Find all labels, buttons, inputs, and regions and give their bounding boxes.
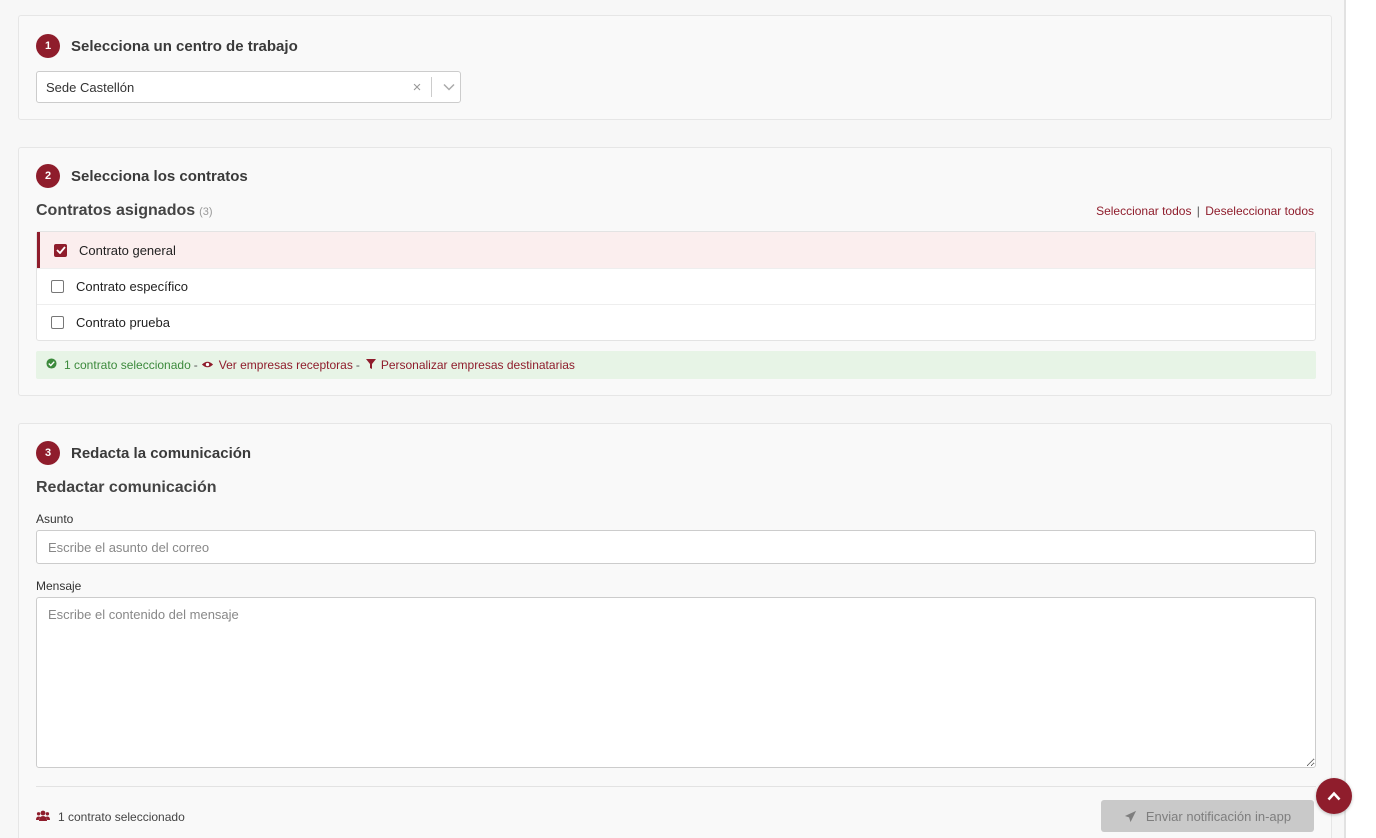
- send-notification-button[interactable]: Enviar notificación in-app: [1101, 800, 1314, 832]
- contracts-subtitle-text: Contratos asignados: [36, 202, 196, 219]
- select-separator: [431, 77, 432, 97]
- contract-row-general[interactable]: Contrato general: [37, 232, 1315, 268]
- step2-title: Selecciona los contratos: [71, 167, 248, 185]
- contract-label: Contrato general: [79, 242, 176, 258]
- step3-badge: 3: [36, 441, 60, 465]
- contract-general-checkbox[interactable]: [54, 243, 67, 257]
- step1-header: 1 Selecciona un centro de trabajo: [36, 34, 298, 58]
- step3-header: 3 Redacta la comunicación: [36, 441, 251, 465]
- contract-label: Contrato prueba: [76, 315, 170, 330]
- step1-card: 1 Selecciona un centro de trabajo Sede C…: [18, 15, 1332, 120]
- step3-card: 3 Redacta la comunicación Redactar comun…: [18, 423, 1332, 838]
- select-all-link[interactable]: Seleccionar todos: [1096, 204, 1191, 218]
- message-textarea[interactable]: [36, 597, 1316, 768]
- status-dash: -: [193, 358, 198, 372]
- clear-icon[interactable]: ×: [405, 79, 429, 96]
- step2-badge: 2: [36, 164, 60, 188]
- contracts-subtitle: Contratos asignados (3): [36, 202, 213, 220]
- links-separator: |: [1196, 204, 1200, 218]
- contracts-count: (3): [199, 206, 213, 218]
- customize-recipients-link[interactable]: Personalizar empresas destinatarias: [381, 358, 575, 372]
- footer-count-text: 1 contrato seleccionado: [58, 810, 185, 824]
- step1-badge: 1: [36, 34, 60, 58]
- step2-card: 2 Selecciona los contratos Contratos asi…: [18, 147, 1332, 396]
- chevron-down-icon[interactable]: [438, 83, 460, 91]
- view-receivers-link[interactable]: Ver empresas receptoras: [219, 358, 353, 372]
- users-icon: [36, 810, 50, 824]
- step2-header: 2 Selecciona los contratos: [36, 164, 248, 188]
- step3-title: Redacta la comunicación: [71, 444, 252, 462]
- compose-subtitle: Redactar comunicación: [36, 479, 217, 496]
- step1-title: Selecciona un centro de trabajo: [71, 37, 298, 55]
- scrollbar-gutter: [1348, 0, 1376, 838]
- contract-prueba-checkbox[interactable]: [51, 316, 64, 329]
- eye-icon: [201, 358, 214, 372]
- check-circle-icon: [46, 358, 57, 372]
- status-dash: -: [355, 358, 360, 372]
- contract-row-prueba[interactable]: Contrato prueba: [37, 304, 1315, 340]
- subject-input[interactable]: [36, 530, 1316, 564]
- work-center-select-value: Sede Castellón: [46, 79, 135, 95]
- deselect-all-link[interactable]: Deseleccionar todos: [1205, 204, 1314, 218]
- filter-icon: [365, 358, 376, 372]
- contract-row-especifico[interactable]: Contrato específico: [37, 268, 1315, 304]
- paper-plane-icon: [1124, 810, 1137, 823]
- selection-links: Seleccionar todos | Deseleccionar todos: [1096, 204, 1314, 218]
- contract-list: Contrato general Contrato específico Con…: [36, 231, 1316, 341]
- selected-count-text: 1 contrato seleccionado: [64, 358, 191, 372]
- footer-divider: [36, 786, 1316, 787]
- contract-especifico-checkbox[interactable]: [51, 280, 64, 293]
- contract-label: Contrato específico: [76, 279, 189, 294]
- chevron-up-icon: [1327, 791, 1341, 801]
- scroll-to-top-button[interactable]: [1316, 778, 1352, 814]
- subject-label: Asunto: [36, 512, 74, 526]
- message-label: Mensaje: [36, 579, 82, 593]
- footer-selection-count: 1 contrato seleccionado: [36, 810, 185, 824]
- selection-status-bar: 1 contrato seleccionado - Ver empresas r…: [36, 351, 1316, 379]
- send-button-label: Enviar notificación in-app: [1145, 808, 1292, 824]
- work-center-select[interactable]: Sede Castellón ×: [36, 71, 461, 103]
